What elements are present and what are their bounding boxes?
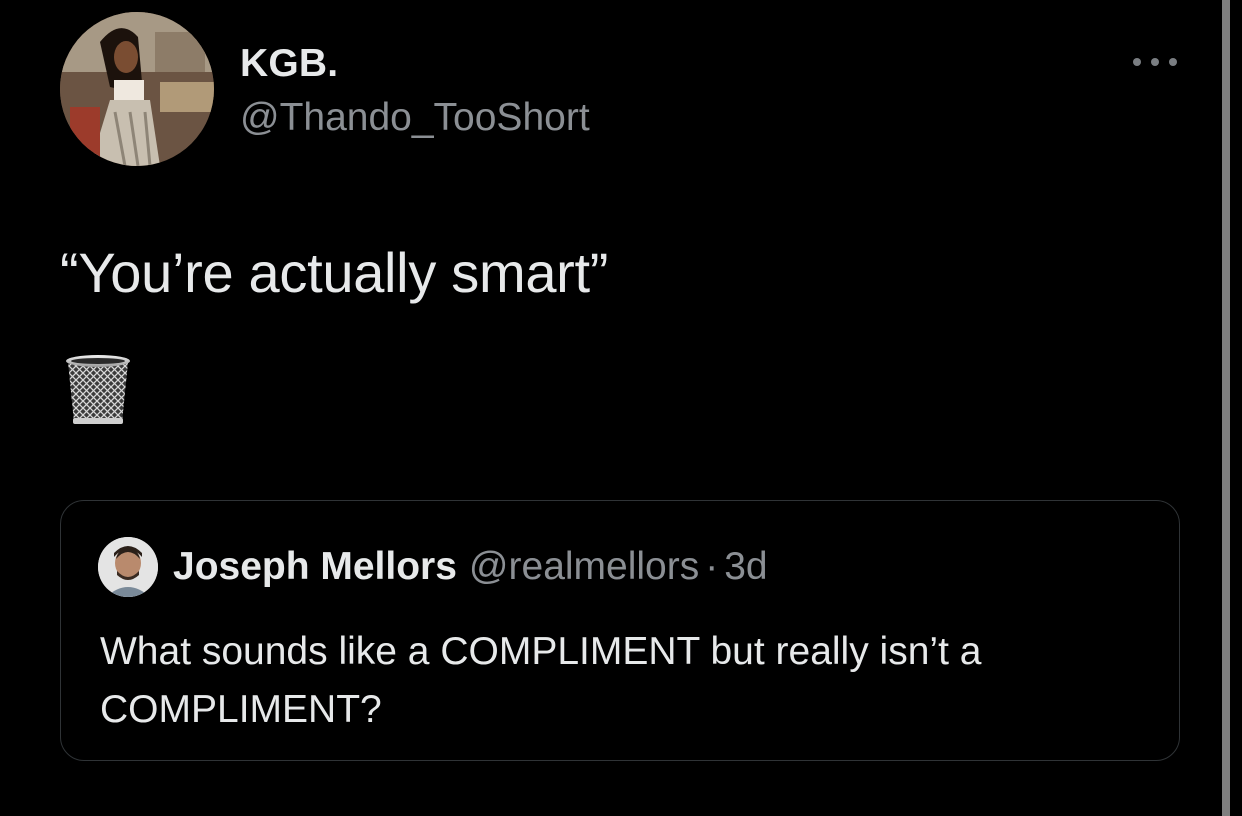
quoted-tweet-text: What sounds like a COMPLIMENT but really…: [100, 630, 982, 731]
author-avatar[interactable]: [60, 12, 214, 166]
dot: [1151, 58, 1159, 66]
quoted-author-display-name[interactable]: Joseph Mellors: [173, 545, 457, 588]
author-display-name[interactable]: KGB.: [240, 42, 338, 86]
author-handle[interactable]: @Thando_TooShort: [240, 96, 590, 140]
quoted-author-avatar[interactable]: [98, 537, 158, 597]
quoted-tweet-header: Joseph Mellors @realmellors · 3d: [173, 545, 768, 589]
dot: [1169, 58, 1177, 66]
dot: [1133, 58, 1141, 66]
author-avatar-image: [60, 12, 214, 166]
quoted-tweet[interactable]: Joseph Mellors @realmellors · 3d What sound…: [60, 500, 1180, 761]
wastebasket-icon: [62, 352, 134, 426]
quoted-author-avatar-image: [98, 537, 158, 597]
quoted-author-handle[interactable]: @realmellors: [469, 545, 699, 588]
tweet-text: “You’re actually smart”: [60, 241, 609, 304]
tweet-container: KGB. @Thando_TooShort “You’re actually s…: [0, 0, 1222, 816]
header-separator: ·: [705, 545, 719, 588]
more-dots-icon[interactable]: [1133, 52, 1177, 72]
quoted-tweet-timestamp[interactable]: 3d: [724, 545, 767, 588]
scrollbar[interactable]: [1222, 0, 1230, 816]
